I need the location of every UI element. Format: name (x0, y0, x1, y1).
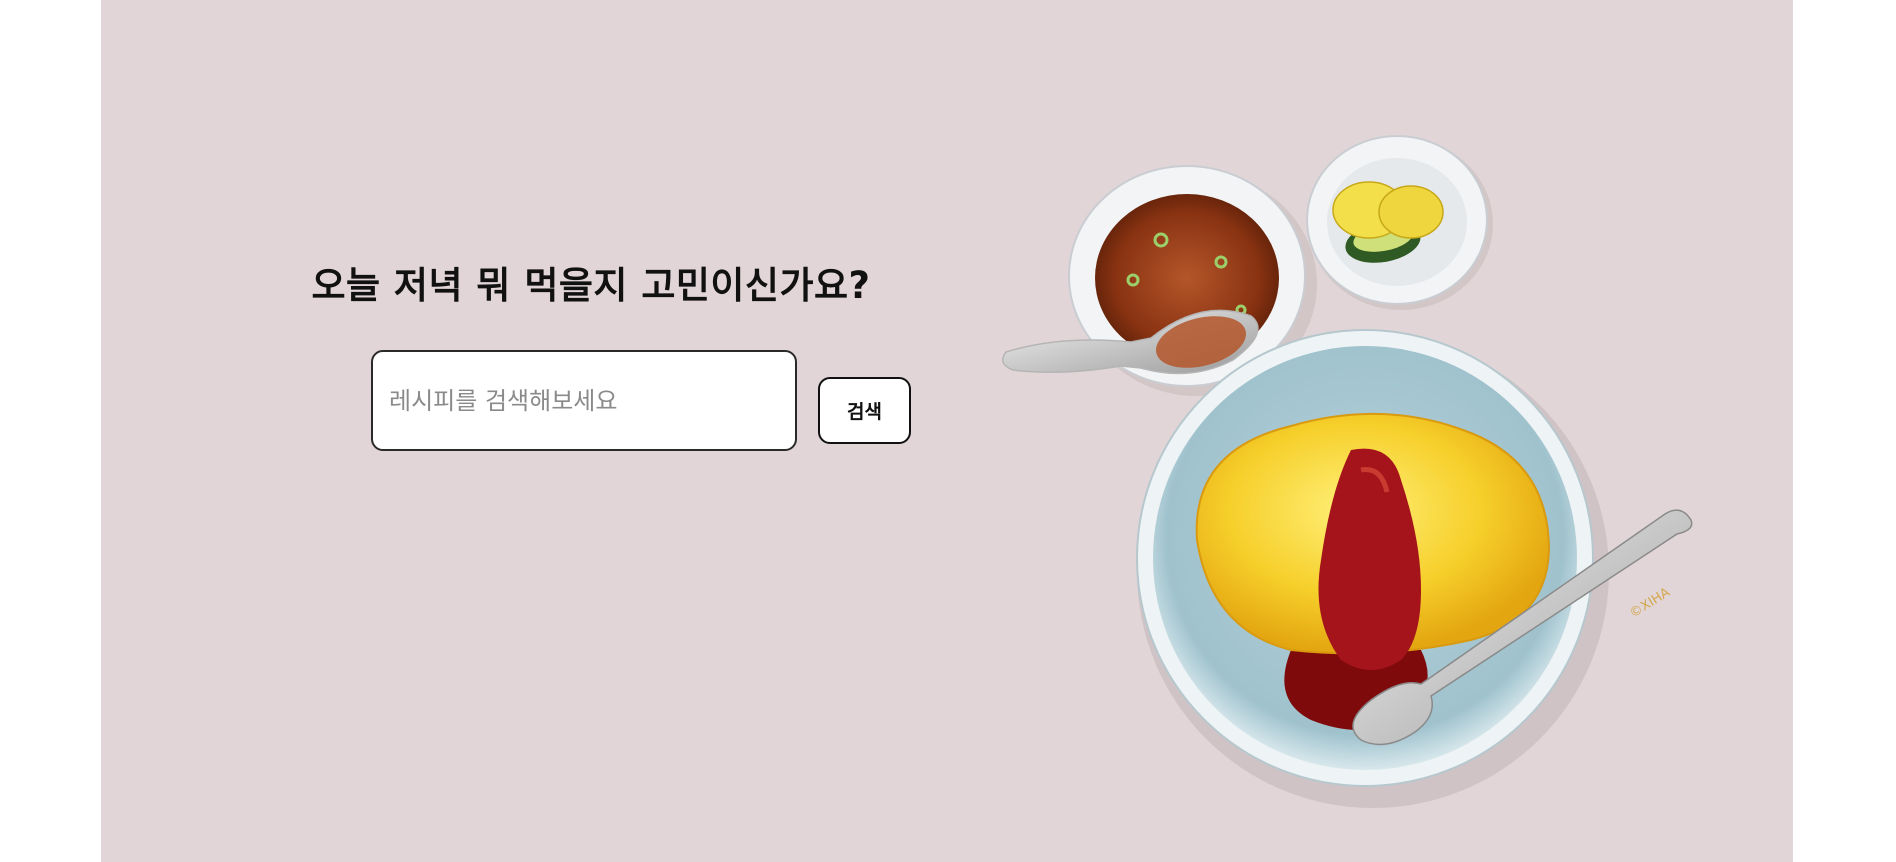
soup-bowl-icon (1002, 165, 1306, 387)
artist-signature: ©XIHA (1627, 585, 1673, 621)
page-title: 오늘 저녁 뭐 먹을지 고민이신가요? (311, 264, 871, 307)
search-button[interactable]: 검색 (818, 377, 911, 444)
omurice-illustration: ©XIHA (1002, 135, 1693, 808)
hero-section: 오늘 저녁 뭐 먹을지 고민이신가요? 검색 (101, 0, 1793, 862)
pickle-dish-icon (1306, 135, 1488, 305)
omurice-plate-icon (1136, 329, 1693, 787)
search-input[interactable] (371, 350, 797, 451)
